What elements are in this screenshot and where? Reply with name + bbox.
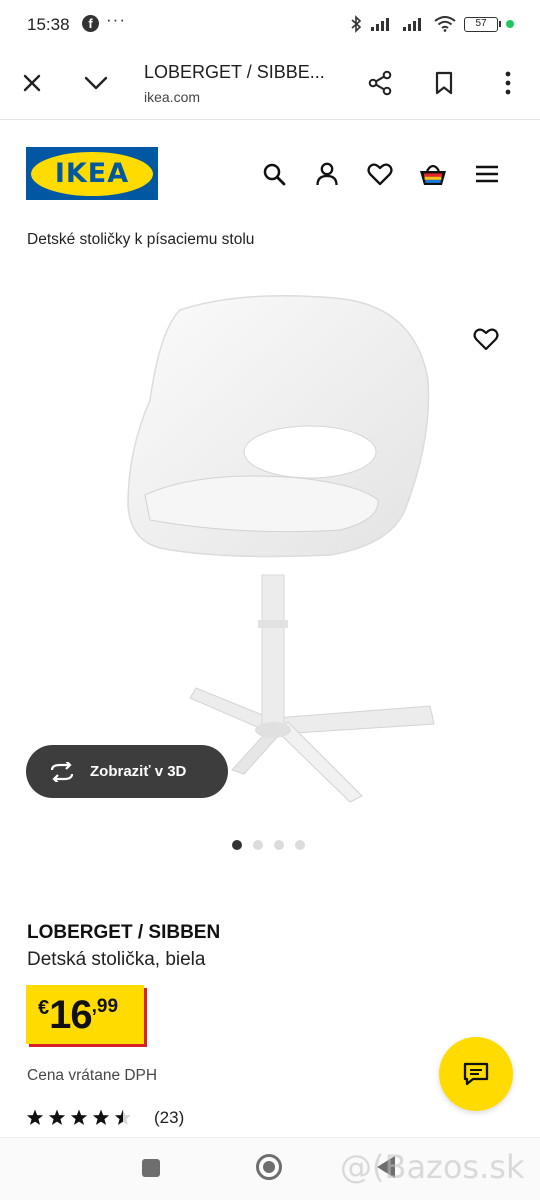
privacy-indicator-icon [506,20,514,28]
price-vat-note: Cena vrátane DPH [27,1067,158,1084]
price-decimal: ,99 [91,996,119,1017]
ikea-logo[interactable]: IKEA [26,147,158,200]
price-integer: 16 [49,993,92,1037]
view-in-3d-button[interactable]: Zobraziť v 3D [26,745,228,798]
product-description: Detská stolička, biela [27,949,206,970]
more-notifications-icon: ··· [106,10,126,29]
page-title: LOBERGET / SIBBE... [144,62,325,82]
chat-button[interactable] [439,1037,513,1111]
basket-icon[interactable] [418,159,448,189]
wifi-icon [434,16,456,32]
status-indicators: 57 [350,13,514,35]
rating-count: (23) [154,1108,185,1127]
signal-icon [371,18,389,31]
page-domain: ikea.com [144,89,201,105]
breadcrumb[interactable]: Detské stoličky k písaciemu stolu [27,231,254,249]
status-bar: 15:38 f ··· 57 [0,0,540,48]
chat-bubble-icon [463,1062,489,1086]
carousel-dot-4[interactable] [295,840,305,850]
rotate-3d-icon [50,761,74,782]
battery-icon: 57 [464,16,501,32]
bookmark-icon[interactable] [426,65,462,101]
logo-text: IKEA [54,158,130,189]
price-tag: € 16 ,99 [26,985,144,1044]
home-icon[interactable] [256,1154,282,1180]
rating-star-filled [26,1109,44,1125]
close-icon[interactable] [14,65,50,101]
site-header: IKEA [0,121,540,221]
carousel-dot-1[interactable] [232,840,242,850]
user-icon[interactable] [312,159,342,189]
recent-apps-icon[interactable] [142,1159,160,1177]
search-icon[interactable] [259,159,289,189]
product-rating[interactable]: (23) [26,1108,184,1128]
facebook-notification-icon: f [82,15,99,32]
carousel-dots [232,840,305,850]
browser-toolbar: LOBERGET / SIBBE... ikea.com [0,48,540,120]
bluetooth-icon [351,15,362,33]
rating-star-filled [70,1109,88,1125]
view-in-3d-label: Zobraziť v 3D [90,763,187,780]
rating-star-filled [92,1109,110,1125]
chevron-down-icon[interactable] [78,65,114,101]
favorite-heart-icon[interactable] [466,319,506,359]
product-name: LOBERGET / SIBBEN [27,922,221,943]
price-currency: € [38,997,50,1019]
carousel-dot-3[interactable] [274,840,284,850]
menu-icon[interactable] [472,159,502,189]
more-vert-icon[interactable] [490,65,526,101]
share-icon[interactable] [362,65,398,101]
status-time: 15:38 [27,15,70,34]
rating-stars-icon [26,1109,132,1125]
watermark: @(Bazos.sk [340,1148,525,1186]
signal-icon-2 [403,18,421,31]
heart-icon[interactable] [365,159,395,189]
rating-star-filled [48,1109,66,1125]
carousel-dot-2[interactable] [253,840,263,850]
logo-oval: IKEA [31,151,153,196]
